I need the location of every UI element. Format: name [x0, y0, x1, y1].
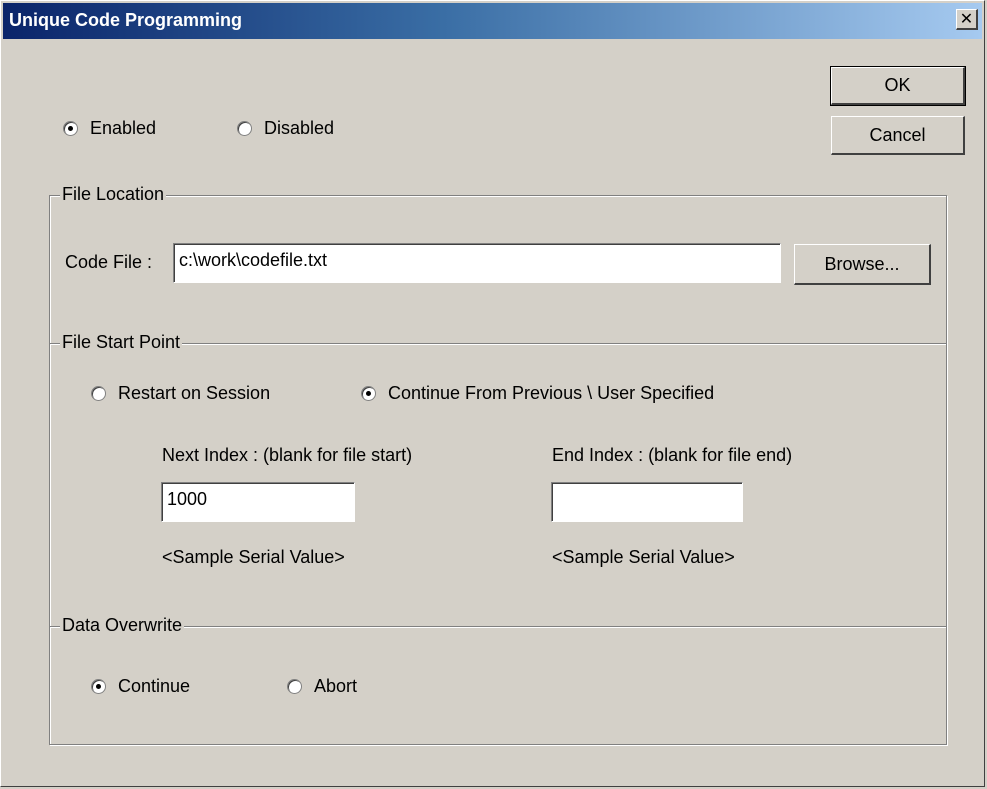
radio-selected-dot — [96, 684, 101, 689]
radio-enabled-indicator — [63, 121, 78, 136]
end-sample-serial-value: <Sample Serial Value> — [552, 547, 735, 567]
title-bar[interactable]: Unique Code Programming ✕ — [3, 3, 982, 39]
radio-enabled[interactable]: Enabled — [63, 118, 156, 139]
radio-continue-from-previous[interactable]: Continue From Previous \ User Specified — [361, 383, 714, 404]
next-index-label: Next Index : (blank for file start) — [162, 445, 413, 465]
radio-overwrite-abort[interactable]: Abort — [287, 676, 357, 697]
radio-continue-label: Continue From Previous \ User Specified — [388, 383, 715, 403]
cancel-button-label: Cancel — [869, 124, 926, 145]
code-file-label: Code File : — [65, 252, 153, 272]
radio-selected-dot — [366, 391, 371, 396]
radio-disabled-label: Disabled — [264, 118, 335, 138]
divider — [50, 626, 946, 627]
radio-overwrite-continue-label: Continue — [118, 676, 191, 696]
data-overwrite-legend: Data Overwrite — [60, 615, 185, 636]
radio-overwrite-abort-label: Abort — [314, 676, 358, 696]
browse-button[interactable]: Browse... — [794, 244, 931, 285]
radio-overwrite-continue[interactable]: Continue — [91, 676, 190, 697]
ok-button-label: OK — [884, 75, 911, 95]
end-index-input[interactable] — [551, 482, 743, 522]
end-index-label: End Index : (blank for file end) — [552, 445, 793, 465]
radio-selected-dot — [68, 126, 73, 131]
radio-restart-on-session[interactable]: Restart on Session — [91, 383, 270, 404]
cancel-button[interactable]: Cancel — [831, 116, 965, 155]
ok-button[interactable]: OK — [830, 66, 966, 106]
browse-button-label: Browse... — [824, 253, 900, 274]
radio-restart-indicator — [91, 386, 106, 401]
radio-continue-indicator — [361, 386, 376, 401]
dialog-window: Unique Code Programming ✕ OK Cancel Enab… — [0, 0, 985, 787]
radio-disabled[interactable]: Disabled — [237, 118, 334, 139]
window-title: Unique Code Programming — [9, 10, 243, 30]
radio-overwrite-continue-indicator — [91, 679, 106, 694]
next-sample-serial-value: <Sample Serial Value> — [162, 547, 345, 567]
file-start-point-legend: File Start Point — [60, 332, 183, 353]
divider — [50, 343, 946, 344]
next-index-input[interactable]: 1000 — [161, 482, 355, 522]
radio-overwrite-abort-indicator — [287, 679, 302, 694]
radio-enabled-label: Enabled — [90, 118, 157, 138]
code-file-input[interactable]: c:\work\codefile.txt — [173, 243, 781, 283]
radio-disabled-indicator — [237, 121, 252, 136]
close-button[interactable]: ✕ — [956, 9, 978, 30]
close-icon: ✕ — [959, 9, 974, 28]
radio-restart-label: Restart on Session — [118, 383, 271, 403]
file-location-legend: File Location — [60, 184, 167, 205]
